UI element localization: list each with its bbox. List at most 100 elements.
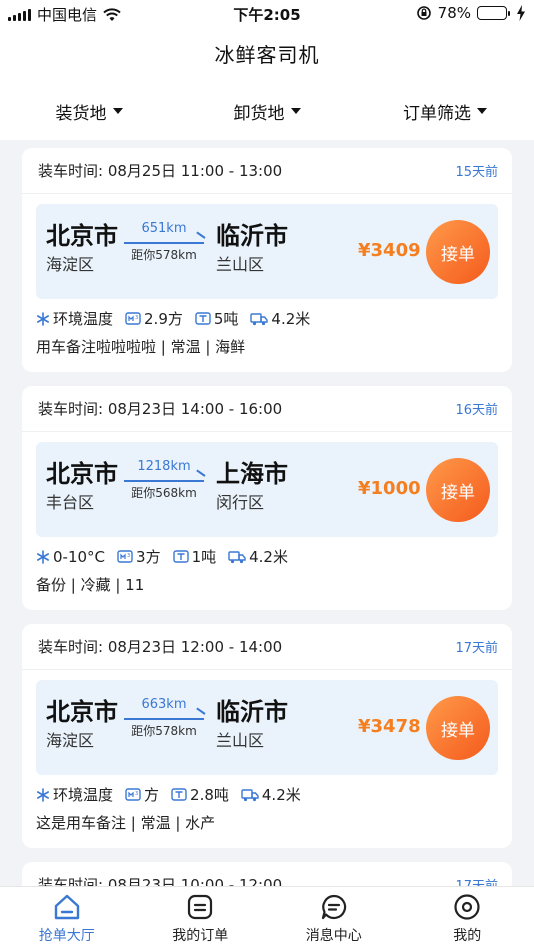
- orientation-lock-icon: [416, 6, 431, 20]
- temperature-spec: 0-10°C: [36, 548, 105, 566]
- origin-district: 丰台区: [46, 493, 95, 512]
- order-remark: 这是用车备注 | 常温 | 水产: [36, 814, 216, 832]
- volume-icon: 3: [125, 312, 141, 325]
- order-card[interactable]: 装车时间: 08月23日 12:00 - 14:00 17天前 北京市 海淀区 …: [22, 624, 512, 848]
- filter-loading-place[interactable]: 装货地: [0, 82, 178, 140]
- route-distance: 1218km: [137, 459, 191, 474]
- load-time: 装车时间: 08月23日 14:00 - 16:00: [38, 400, 283, 418]
- destination: 上海市 闵行区: [216, 458, 288, 516]
- arrow-right-icon: [124, 242, 204, 244]
- truck-length-spec: 4.2米: [241, 784, 301, 805]
- order-price: ¥3478: [358, 716, 421, 737]
- truck-icon: [228, 550, 246, 563]
- volume-spec: 3 方: [125, 784, 159, 805]
- snowflake-icon: [36, 787, 49, 802]
- route-panel: 北京市 丰台区 1218km 距你568km 上海市 闵行区 ¥1000 接单: [36, 442, 498, 537]
- posted-ago: 17天前: [455, 641, 498, 656]
- route-distance: 651km: [141, 221, 187, 236]
- origin: 北京市 丰台区: [46, 458, 118, 516]
- filter-bar: 装货地 卸货地 订单筛选: [0, 82, 534, 140]
- volume-value: 2.9方: [144, 310, 183, 328]
- accept-order-button[interactable]: 接单: [426, 696, 490, 760]
- truck-length-value: 4.2米: [271, 310, 311, 328]
- caret-down-icon: [290, 108, 301, 114]
- weight-value: 1吨: [191, 548, 217, 566]
- order-price: ¥3409: [358, 240, 421, 261]
- weight-value: 2.8吨: [190, 786, 229, 804]
- order-list-icon: [188, 894, 213, 919]
- load-time: 装车时间: 08月23日 12:00 - 14:00: [38, 638, 283, 656]
- truck-length-spec: 4.2米: [228, 546, 288, 567]
- route-panel: 北京市 海淀区 663km 距你578km 临沂市 兰山区 ¥3478 接单: [36, 680, 498, 775]
- filter-order[interactable]: 订单筛选: [356, 82, 534, 140]
- weight-spec: 1吨: [172, 546, 217, 567]
- volume-value: 方: [144, 786, 160, 804]
- truck-length-spec: 4.2米: [250, 308, 310, 329]
- posted-ago: 16天前: [455, 403, 498, 418]
- tab-label: 我的订单: [172, 927, 229, 944]
- order-card[interactable]: 装车时间: 08月25日 11:00 - 13:00 15天前 北京市 海淀区 …: [22, 148, 512, 372]
- truck-icon: [241, 788, 259, 801]
- origin-district: 海淀区: [46, 255, 95, 274]
- destination-city: 临沂市: [216, 698, 288, 726]
- order-card[interactable]: 装车时间: 08月23日 14:00 - 16:00 16天前 北京市 丰台区 …: [22, 386, 512, 610]
- tab-my-orders[interactable]: 我的订单: [134, 887, 268, 950]
- route-arrow: 651km 距你578km: [124, 220, 204, 264]
- caret-down-icon: [477, 108, 487, 114]
- origin: 北京市 海淀区: [46, 220, 118, 278]
- accept-order-button[interactable]: 接单: [426, 220, 490, 284]
- weight-spec: 5吨: [195, 308, 239, 329]
- arrow-right-icon: [124, 480, 204, 482]
- tab-label: 抢单大厅: [38, 927, 95, 944]
- distance-from-you: 距你568km: [131, 486, 197, 500]
- tab-messages[interactable]: 消息中心: [267, 887, 401, 950]
- route-arrow: 663km 距你578km: [124, 696, 204, 740]
- volume-icon: 3: [125, 788, 141, 801]
- svg-text:3: 3: [135, 315, 138, 321]
- distance-from-you: 距你578km: [131, 248, 197, 262]
- origin: 北京市 海淀区: [46, 696, 118, 754]
- filter-label: 装货地: [55, 103, 107, 124]
- volume-value: 3方: [136, 548, 161, 566]
- accept-order-button[interactable]: 接单: [426, 458, 490, 522]
- order-price: ¥1000: [358, 478, 421, 499]
- cargo-specs: 环境温度 3 方 2.8吨 4.2米: [36, 784, 301, 805]
- origin-city: 北京市: [46, 222, 118, 250]
- temperature-value: 环境温度: [53, 786, 114, 804]
- tab-profile[interactable]: 我的: [401, 887, 534, 950]
- snowflake-icon: [36, 549, 49, 564]
- temperature-value: 环境温度: [53, 310, 114, 328]
- weight-value: 5吨: [213, 310, 239, 328]
- tab-label: 我的: [453, 927, 482, 944]
- temperature-value: 0-10°C: [53, 547, 106, 566]
- posted-ago: 15天前: [455, 165, 498, 180]
- order-remark: 备份 | 冷藏 | 11: [36, 576, 145, 594]
- order-remark: 用车备注啦啦啦啦 | 常温 | 海鲜: [36, 338, 246, 356]
- weight-icon: [171, 788, 187, 801]
- destination-city: 上海市: [216, 460, 288, 488]
- caret-down-icon: [112, 108, 123, 114]
- weight-icon: [195, 312, 211, 325]
- destination-district: 兰山区: [216, 731, 265, 750]
- destination-district: 兰山区: [216, 255, 265, 274]
- temperature-spec: 环境温度: [36, 308, 113, 329]
- destination-city: 临沂市: [216, 222, 288, 250]
- temperature-spec: 环境温度: [36, 784, 113, 805]
- truck-length-value: 4.2米: [249, 548, 288, 566]
- charging-icon: [517, 5, 525, 21]
- truck-icon: [250, 312, 269, 325]
- tab-bar: 抢单大厅 我的订单 消息中心 我的: [0, 886, 534, 950]
- destination: 临沂市 兰山区: [216, 220, 288, 278]
- profile-icon: [454, 893, 480, 920]
- filter-unloading-place[interactable]: 卸货地: [178, 82, 356, 140]
- snowflake-icon: [36, 311, 49, 326]
- truck-length-value: 4.2米: [261, 786, 301, 804]
- cargo-specs: 0-10°C 3 3方 1吨 4.2米: [36, 546, 288, 567]
- weight-spec: 2.8吨: [171, 784, 229, 805]
- arrow-right-icon: [124, 718, 204, 720]
- battery-percent: 78%: [437, 4, 471, 22]
- origin-district: 海淀区: [46, 731, 95, 750]
- tab-order-hall[interactable]: 抢单大厅: [0, 887, 134, 950]
- destination-district: 闵行区: [216, 493, 265, 512]
- home-icon: [54, 894, 79, 919]
